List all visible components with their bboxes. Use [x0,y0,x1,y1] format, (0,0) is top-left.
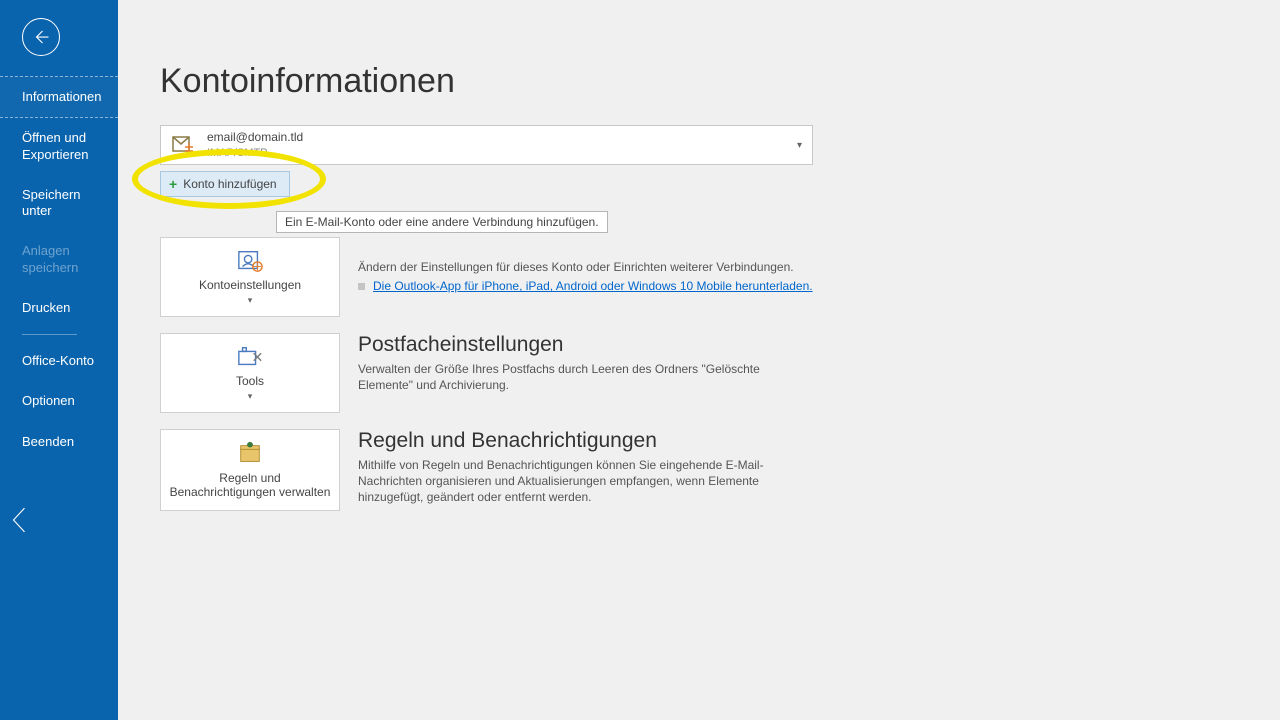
back-button[interactable] [22,18,60,56]
rules-title: Regeln und Benachrichtigungen [358,429,814,453]
chevron-down-icon: ▾ [248,391,253,402]
account-email: email@domain.tld [207,130,303,144]
main-content: Kontoinformationen email@domain.tld IMAP… [160,62,1220,511]
tile-rules[interactable]: Regeln und Benachrichtigungen verwalten [160,429,340,511]
tooltip: Ein E-Mail-Konto oder eine andere Verbin… [276,211,608,233]
settings-desc: Ändern der Einstellungen für dieses Kont… [358,259,813,275]
backstage-sidebar: Informationen Öffnen und Exportieren Spe… [0,0,118,720]
sidebar-item-info[interactable]: Informationen [0,76,118,118]
window-title-bar: Outlook [640,8,1280,22]
sidebar-nav: Informationen Öffnen und Exportieren Spe… [0,76,118,462]
sidebar-separator [22,334,77,335]
sidebar-item-exit[interactable]: Beenden [0,422,118,462]
tile-account-settings[interactable]: Kontoeinstellungen ▾ [160,237,340,317]
add-account-button[interactable]: + Konto hinzufügen [160,171,290,197]
sidebar-collapse-arrow[interactable] [8,505,30,540]
account-settings-icon [235,248,265,274]
page-title: Kontoinformationen [160,62,1220,101]
rules-desc: Mithilfe von Regeln und Benachrichtigung… [358,457,814,506]
chevron-down-icon: ▾ [248,295,253,306]
mailbox-title: Postfacheinstellungen [358,333,814,357]
section-copy-rules: Regeln und Benachrichtigungen Mithilfe v… [358,429,814,506]
chevron-down-icon: ▾ [797,140,802,151]
account-icon [171,133,195,157]
tile-label: Tools [228,374,272,388]
section-copy-settings: Ändern der Einstellungen für dieses Kont… [358,237,813,293]
section-account-settings: Ein E-Mail-Konto oder eine andere Verbin… [160,237,1220,317]
bullet-icon [358,283,365,290]
tile-tools[interactable]: Tools ▾ [160,333,340,413]
account-texts: email@domain.tld IMAP/SMTP [207,130,303,160]
sidebar-item-save-attachments: Anlagen speichern [0,231,118,288]
tile-label: Regeln und Benachrichtigungen verwalten [161,471,339,500]
sidebar-item-open-export[interactable]: Öffnen und Exportieren [0,118,118,175]
section-copy-mailbox: Postfacheinstellungen Verwalten der Größ… [358,333,814,393]
tools-icon [235,344,265,370]
plus-icon: + [169,176,177,192]
sidebar-item-office-account[interactable]: Office-Konto [0,341,118,381]
section-mailbox: Tools ▾ Postfacheinstellungen Verwalten … [160,333,1220,413]
tile-label: Kontoeinstellungen [191,278,309,292]
rules-icon [235,441,265,467]
bullet-line: Die Outlook-App für iPhone, iPad, Androi… [358,279,813,293]
add-account-row: + Konto hinzufügen [160,171,1220,211]
sidebar-item-options[interactable]: Optionen [0,381,118,421]
sidebar-item-save-as[interactable]: Speichern unter [0,175,118,232]
add-account-label: Konto hinzufügen [183,177,276,191]
account-selector[interactable]: email@domain.tld IMAP/SMTP ▾ [160,125,813,165]
outlook-app-link[interactable]: Die Outlook-App für iPhone, iPad, Androi… [373,279,813,293]
chevron-left-icon [8,505,30,535]
account-protocol: IMAP/SMTP [207,147,303,160]
mailbox-desc: Verwalten der Größe Ihres Postfachs durc… [358,361,814,393]
arrow-left-icon [32,28,50,46]
sidebar-item-print[interactable]: Drucken [0,288,118,328]
section-rules: Regeln und Benachrichtigungen verwalten … [160,429,1220,511]
